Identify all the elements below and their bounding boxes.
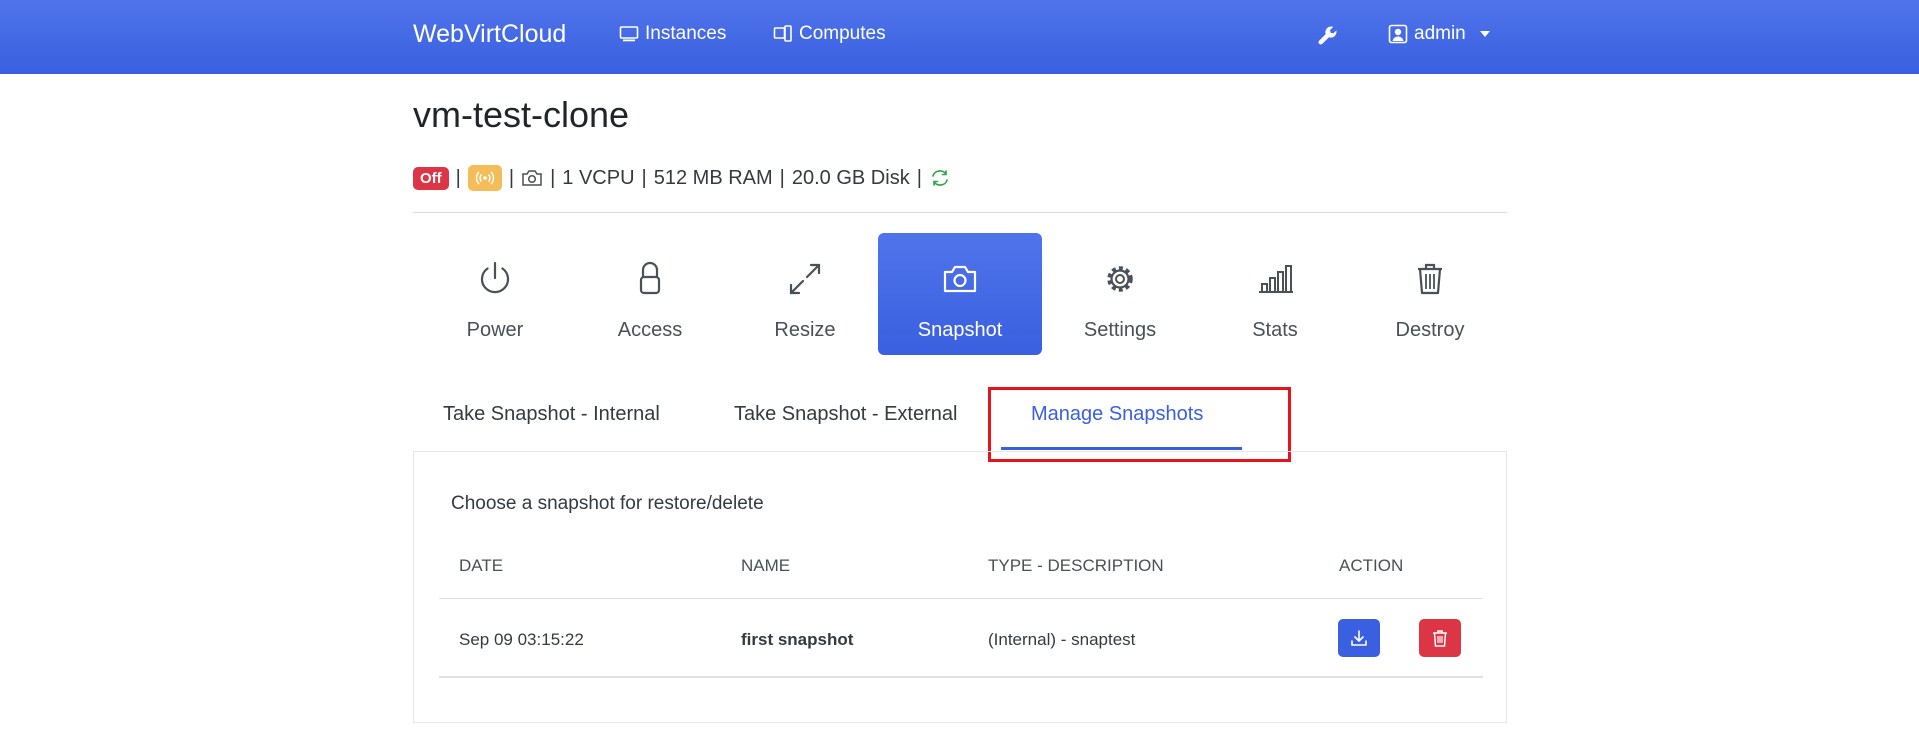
page-title: vm-test-clone (413, 94, 630, 135)
action-settings-label: Settings (1083, 319, 1157, 341)
top-navbar: WebVirtCloud Instances Computes admin (0, 0, 1919, 74)
separator: | (779, 166, 785, 189)
tab-take-snapshot-external[interactable]: Take Snapshot - External (734, 403, 957, 426)
nav-instances-label: Instances (645, 23, 727, 44)
snapshot-type-description: (Internal) - snaptest (988, 630, 1136, 649)
table-row-divider (439, 676, 1483, 678)
separator: | (916, 166, 922, 189)
status-badge: Off (413, 166, 449, 190)
nav-instances[interactable]: Instances (619, 23, 726, 45)
panel-prompt: Choose a snapshot for restore/delete (451, 493, 764, 514)
action-stats[interactable]: Stats (1193, 233, 1357, 355)
power-icon (480, 261, 510, 294)
nav-computes[interactable]: Computes (773, 23, 886, 45)
camera-icon (522, 170, 542, 186)
vcpu-count: 1 VCPU (562, 166, 635, 189)
divider (413, 212, 1507, 213)
lock-icon (639, 261, 661, 295)
restore-snapshot-button[interactable] (1338, 619, 1380, 657)
action-access-label: Access (617, 319, 683, 341)
wrench-icon[interactable] (1316, 24, 1340, 48)
table-header-divider (439, 598, 1483, 599)
column-header-date: DATE (459, 556, 504, 575)
action-destroy[interactable]: Destroy (1348, 233, 1512, 355)
brand-logo-text[interactable]: WebVirtCloud (413, 20, 566, 49)
column-header-type-description: TYPE - DESCRIPTION (988, 556, 1164, 575)
snapshot-name: first snapshot (741, 630, 854, 649)
devices-icon (773, 25, 792, 42)
column-header-name: NAME (741, 556, 791, 575)
user-icon (1388, 24, 1408, 44)
action-settings[interactable]: Settings (1038, 233, 1202, 355)
gear-icon (1107, 266, 1133, 292)
user-menu[interactable]: admin (1388, 23, 1490, 45)
monitor-icon (619, 26, 639, 42)
separator: | (641, 166, 647, 189)
action-access[interactable]: Access (568, 233, 732, 355)
ram-size: 512 MB RAM (653, 166, 773, 189)
action-resize[interactable]: Resize (723, 233, 887, 355)
resize-icon (789, 263, 821, 295)
trash-icon (1433, 630, 1447, 647)
disk-size: 20.0 GB Disk (791, 166, 910, 189)
camera-icon (943, 265, 977, 293)
snapshot-date: Sep 09 03:15:22 (459, 630, 584, 649)
column-header-action: ACTION (1339, 556, 1404, 575)
action-resize-label: Resize (774, 319, 836, 341)
separator: | (455, 166, 461, 189)
broadcast-icon (467, 165, 502, 191)
nav-computes-label: Computes (799, 23, 886, 44)
download-icon (1351, 630, 1367, 646)
action-power[interactable]: Power (413, 233, 577, 355)
separator: | (508, 166, 515, 189)
instance-status-line: Off | | | 1 VCPU | 512 MB RAM | 20.0 GB … (413, 164, 951, 192)
separator: | (550, 166, 556, 189)
delete-snapshot-button[interactable] (1419, 619, 1461, 657)
bar-chart-icon (1259, 265, 1293, 293)
action-power-label: Power (466, 319, 524, 341)
chevron-down-icon (1479, 31, 1490, 37)
action-destroy-label: Destroy (1395, 319, 1465, 341)
instance-actions: Power Access Resize Snapshot Settings St… (413, 233, 1507, 355)
action-stats-label: Stats (1252, 319, 1298, 341)
manage-snapshots-panel: Choose a snapshot for restore/delete DAT… (413, 451, 1507, 723)
tab-take-snapshot-internal[interactable]: Take Snapshot - Internal (443, 403, 660, 426)
action-snapshot[interactable]: Snapshot (878, 233, 1042, 355)
refresh-icon[interactable] (929, 168, 951, 188)
trash-icon (1418, 263, 1442, 295)
action-snapshot-label: Snapshot (917, 319, 1003, 341)
user-menu-label: admin (1414, 23, 1466, 44)
